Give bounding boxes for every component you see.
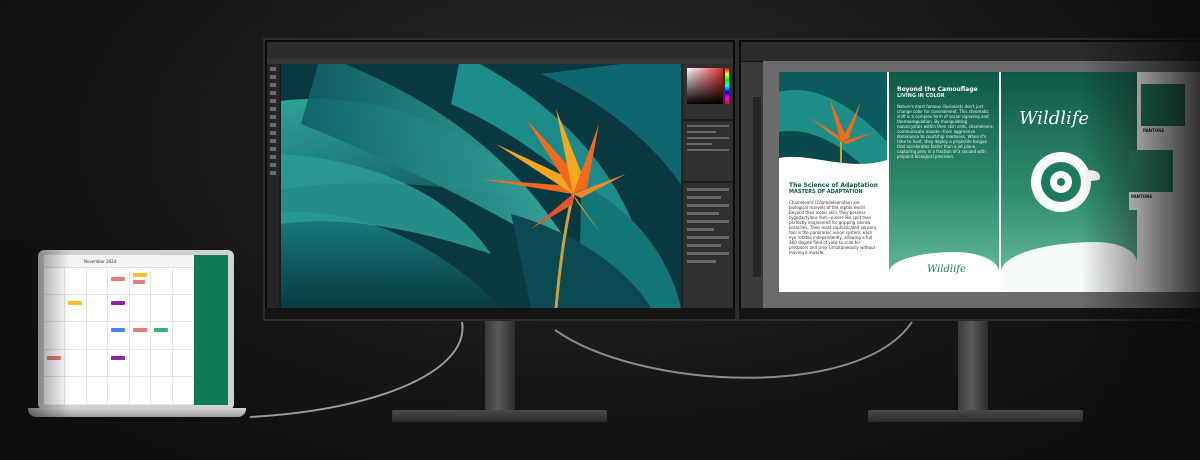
- laptop-screen: November 2024: [44, 255, 228, 405]
- cover-logo: Wildlife: [1019, 108, 1090, 129]
- brochure-left-panel: The Science of Adaptation MASTERS OF ADA…: [779, 72, 887, 292]
- color-panel[interactable]: [683, 64, 733, 119]
- left-panel-subheading: MASTERS OF ADAPTATION: [789, 189, 863, 195]
- middle-panel-logo: Wildlife: [927, 264, 966, 275]
- left-edge-vignette: [0, 240, 70, 430]
- calendar-month-label: November 2024: [84, 259, 117, 264]
- middle-panel-body: Nature's most famous illusionists don't …: [897, 104, 993, 159]
- left-monitor-screen: [267, 42, 733, 308]
- calendar-side-panel[interactable]: [194, 255, 228, 405]
- right-edge-vignette: [1080, 0, 1200, 460]
- tool-panel[interactable]: [753, 97, 761, 277]
- middle-panel-heading: Beyond the Camouflage: [897, 86, 978, 93]
- brochure-middle-panel: Beyond the Camouflage LIVING IN COLOR Na…: [889, 72, 999, 292]
- properties-panel[interactable]: [683, 121, 733, 181]
- flower-photo: [779, 72, 887, 172]
- left-monitor-chin: [265, 308, 735, 319]
- left-monitor: [263, 38, 737, 321]
- middle-panel-subheading: LIVING IN COLOR: [897, 93, 945, 99]
- canvas-photo[interactable]: [281, 64, 681, 308]
- layers-panel[interactable]: [683, 183, 733, 308]
- left-panel-heading: The Science of Adaptation: [789, 182, 878, 189]
- leaf-photo-illustration: [281, 64, 681, 308]
- left-panel-body: Chameleons (Chamaeleonidae) are biologic…: [789, 200, 877, 255]
- tool-panel[interactable]: [267, 64, 279, 308]
